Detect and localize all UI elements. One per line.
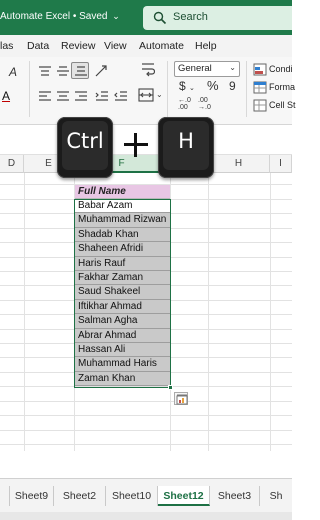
grid-line [0,415,292,416]
merge-dropdown-icon[interactable]: ⌄ [156,90,163,99]
table-row[interactable]: Fakhar Zaman [75,270,170,286]
tab-sheet12[interactable]: Sheet12 [158,486,210,506]
align-right-icon[interactable] [74,90,88,102]
decrease-decimal-icon[interactable]: .00 →.0 [198,97,211,111]
h-key-cap: H [158,117,214,178]
table-row[interactable]: Shaheen Afridi [75,242,170,257]
menu-bar: las Data Review View Automate Help [0,35,292,57]
align-left-icon[interactable] [38,90,52,102]
table-row[interactable]: Iftikhar Ahmad [75,299,170,315]
column-header-i[interactable]: I [270,155,292,173]
grid-line [24,173,25,451]
table-row[interactable]: Zaman Khan [75,371,170,387]
wrap-text-icon[interactable] [141,62,155,78]
title-bar: Automate Excel • Saved ⌄ Search [0,0,292,35]
ribbon-separator [29,61,30,117]
table-row[interactable]: Abrar Ahmad [75,328,170,343]
search-placeholder: Search [173,11,208,23]
column-header-h[interactable]: H [208,155,270,173]
align-bottom-icon [75,66,87,76]
font-size-icon[interactable]: A [9,65,17,79]
grid-line [0,430,292,431]
number-format-value: General [178,63,212,74]
table-row[interactable]: Shadab Khan [75,227,170,243]
ribbon: A A ⌄ General ⌄ $ ⌄ % 9 ←.0 .00 .00 →.0 … [0,57,296,125]
ribbon-separator [167,61,168,117]
conditional-formatting-label[interactable]: Condi [269,64,293,74]
quick-analysis-button[interactable] [174,392,188,405]
grid-line [208,173,209,451]
percent-icon[interactable]: % [207,78,219,93]
table-row[interactable]: Salman Agha [75,314,170,329]
menu-data[interactable]: Data [27,40,49,52]
search-box[interactable]: Search [143,6,292,30]
tab-sheet2[interactable]: Sheet2 [54,486,106,506]
outdent-icon[interactable] [114,90,128,102]
grid-line [0,401,292,402]
cell-styles-icon[interactable] [253,99,267,112]
table-row[interactable]: Hassan Ali [75,342,170,358]
tab-sh[interactable]: Sh [260,486,292,506]
table-row[interactable]: Muhammad Haris [75,357,170,372]
currency-dropdown-icon[interactable]: ⌄ [189,84,195,92]
column-header-d[interactable]: D [0,155,24,173]
menu-view[interactable]: View [104,40,127,52]
table-header-cell[interactable]: Full Name [75,185,170,199]
font-color-icon[interactable]: A [2,89,10,103]
indent-icon[interactable] [95,90,109,102]
grid-line [0,386,292,387]
conditional-formatting-icon[interactable] [253,63,267,76]
menu-automate[interactable]: Automate [139,40,184,52]
align-bottom-button[interactable] [71,62,89,79]
align-center-icon[interactable] [56,90,70,102]
tab-sheet10[interactable]: Sheet10 [106,486,158,506]
ribbon-separator [246,61,247,117]
number-format-select[interactable]: General ⌄ [174,61,240,77]
plus-icon [122,131,150,159]
grid-line [0,444,292,445]
window-title-text: Automate Excel • Saved [0,11,108,22]
chevron-down-icon[interactable]: ⌄ [112,11,120,21]
cell-styles-label[interactable]: Cell St [269,100,296,110]
table-row[interactable]: Saud Shakeel [75,285,170,300]
tab-sheet9[interactable]: Sheet9 [10,486,54,506]
search-icon [153,11,167,25]
menu-review[interactable]: Review [61,40,95,52]
table-row[interactable]: Haris Rauf [75,256,170,271]
table-row[interactable]: Muhammad Rizwan [75,213,170,228]
format-as-table-icon[interactable] [253,81,267,94]
window-title[interactable]: Automate Excel • Saved ⌄ [0,11,120,22]
currency-icon[interactable]: $ [179,79,186,93]
chevron-down-icon: ⌄ [229,63,236,72]
comma-style-icon[interactable]: 9 [229,79,236,93]
format-as-table-label[interactable]: Forma [269,82,295,92]
table-row[interactable]: Babar Azam [75,199,170,214]
orientation-icon[interactable] [94,63,110,78]
ctrl-key-label: Ctrl [62,121,108,170]
increase-decimal-icon[interactable]: ←.0 .00 [178,97,191,111]
sheet-tab-bar: Sheet9 Sheet2 Sheet10 Sheet12 Sheet3 Sh [0,478,292,512]
grid-line [170,173,171,451]
quick-analysis-icon [176,394,188,405]
status-bar [0,512,292,520]
name-table: Full Name Babar Azam Muhammad Rizwan Sha… [75,185,170,387]
menu-help[interactable]: Help [195,40,217,52]
ctrl-key-cap: Ctrl [57,117,113,178]
menu-formulas[interactable]: las [0,40,13,52]
align-top-icon[interactable] [38,65,52,77]
tab-sheet3[interactable]: Sheet3 [210,486,260,506]
grid-line [270,173,271,451]
merge-center-icon[interactable] [138,88,154,102]
align-middle-icon[interactable] [56,65,70,77]
tab-scroll-edge [0,486,10,506]
fill-handle[interactable] [168,385,173,390]
h-key-label: H [163,121,209,170]
